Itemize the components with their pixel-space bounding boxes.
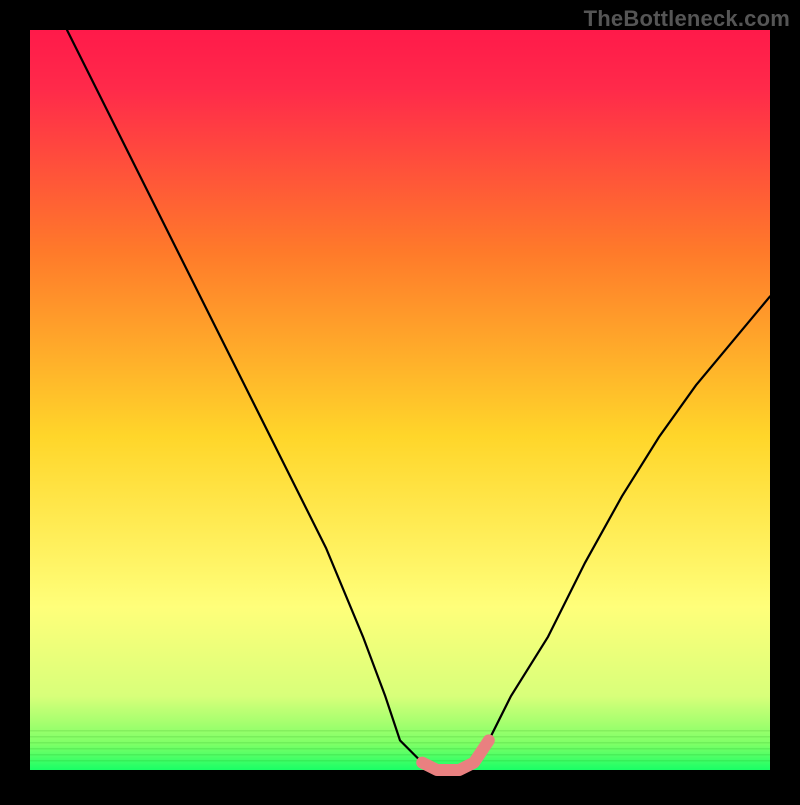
chart-svg	[0, 0, 800, 800]
watermark-text: TheBottleneck.com	[584, 6, 790, 32]
bottleneck-chart	[0, 0, 800, 800]
